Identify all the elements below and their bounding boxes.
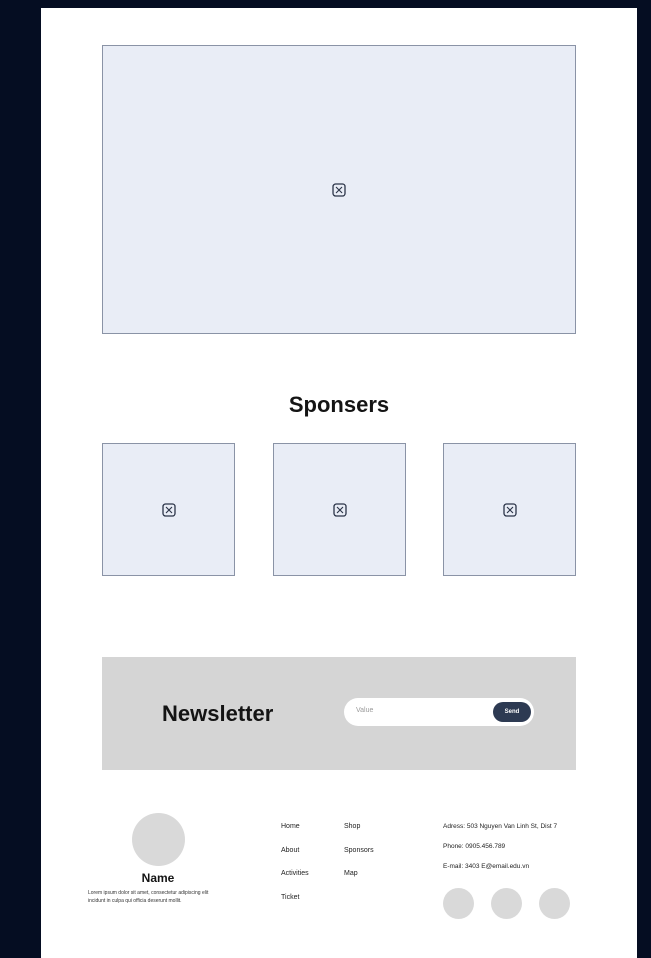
image-placeholder-icon	[502, 502, 517, 517]
newsletter-email-input[interactable]: Value Send	[344, 698, 534, 726]
profile-name: Name	[141, 871, 175, 885]
footer-nav-column-1: Home About Activities Ticket	[281, 822, 309, 916]
footer-link-activities[interactable]: Activities	[281, 869, 309, 893]
contact-address: Adress: 503 Nguyen Van Linh St, Dist 7	[443, 823, 558, 830]
footer-nav-column-2: Shop Sponsors Map	[344, 822, 374, 893]
social-icon[interactable]	[539, 888, 570, 919]
avatar	[132, 813, 185, 866]
image-placeholder-icon	[332, 502, 347, 517]
footer-link-ticket[interactable]: Ticket	[281, 893, 309, 917]
social-icon[interactable]	[443, 888, 474, 919]
image-placeholder-icon	[161, 502, 176, 517]
newsletter-section: Newsletter Value Send	[102, 657, 576, 770]
newsletter-title: Newsletter	[162, 701, 274, 726]
social-icon[interactable]	[491, 888, 522, 919]
footer-link-sponsors[interactable]: Sponsors	[344, 846, 374, 870]
sponsor-logo-3[interactable]	[443, 443, 576, 576]
footer-link-shop[interactable]: Shop	[344, 822, 374, 846]
contact-phone: Phone: 0905.456.789	[443, 843, 506, 850]
sponsor-logo-2[interactable]	[273, 443, 406, 576]
footer-contact: Adress: 503 Nguyen Van Linh St, Dist 7 P…	[443, 822, 557, 882]
hero-image	[102, 45, 576, 334]
footer-link-map[interactable]: Map	[344, 869, 374, 893]
newsletter-input-placeholder: Value	[356, 707, 374, 714]
sponsors-title: Sponsers	[288, 392, 390, 417]
send-button[interactable]: Send	[493, 702, 531, 722]
image-placeholder-icon	[332, 182, 346, 197]
profile-description: Lorem ipsum dolor sit amet, consectetur …	[88, 890, 209, 904]
page: Sponsers Newsletter Value Send Name Lore…	[41, 8, 637, 958]
sponsor-logo-1[interactable]	[102, 443, 235, 576]
contact-email[interactable]: E-mail: 3403 E@email.edu.vn	[443, 862, 557, 882]
footer-link-about[interactable]: About	[281, 846, 309, 870]
footer-link-home[interactable]: Home	[281, 822, 309, 846]
